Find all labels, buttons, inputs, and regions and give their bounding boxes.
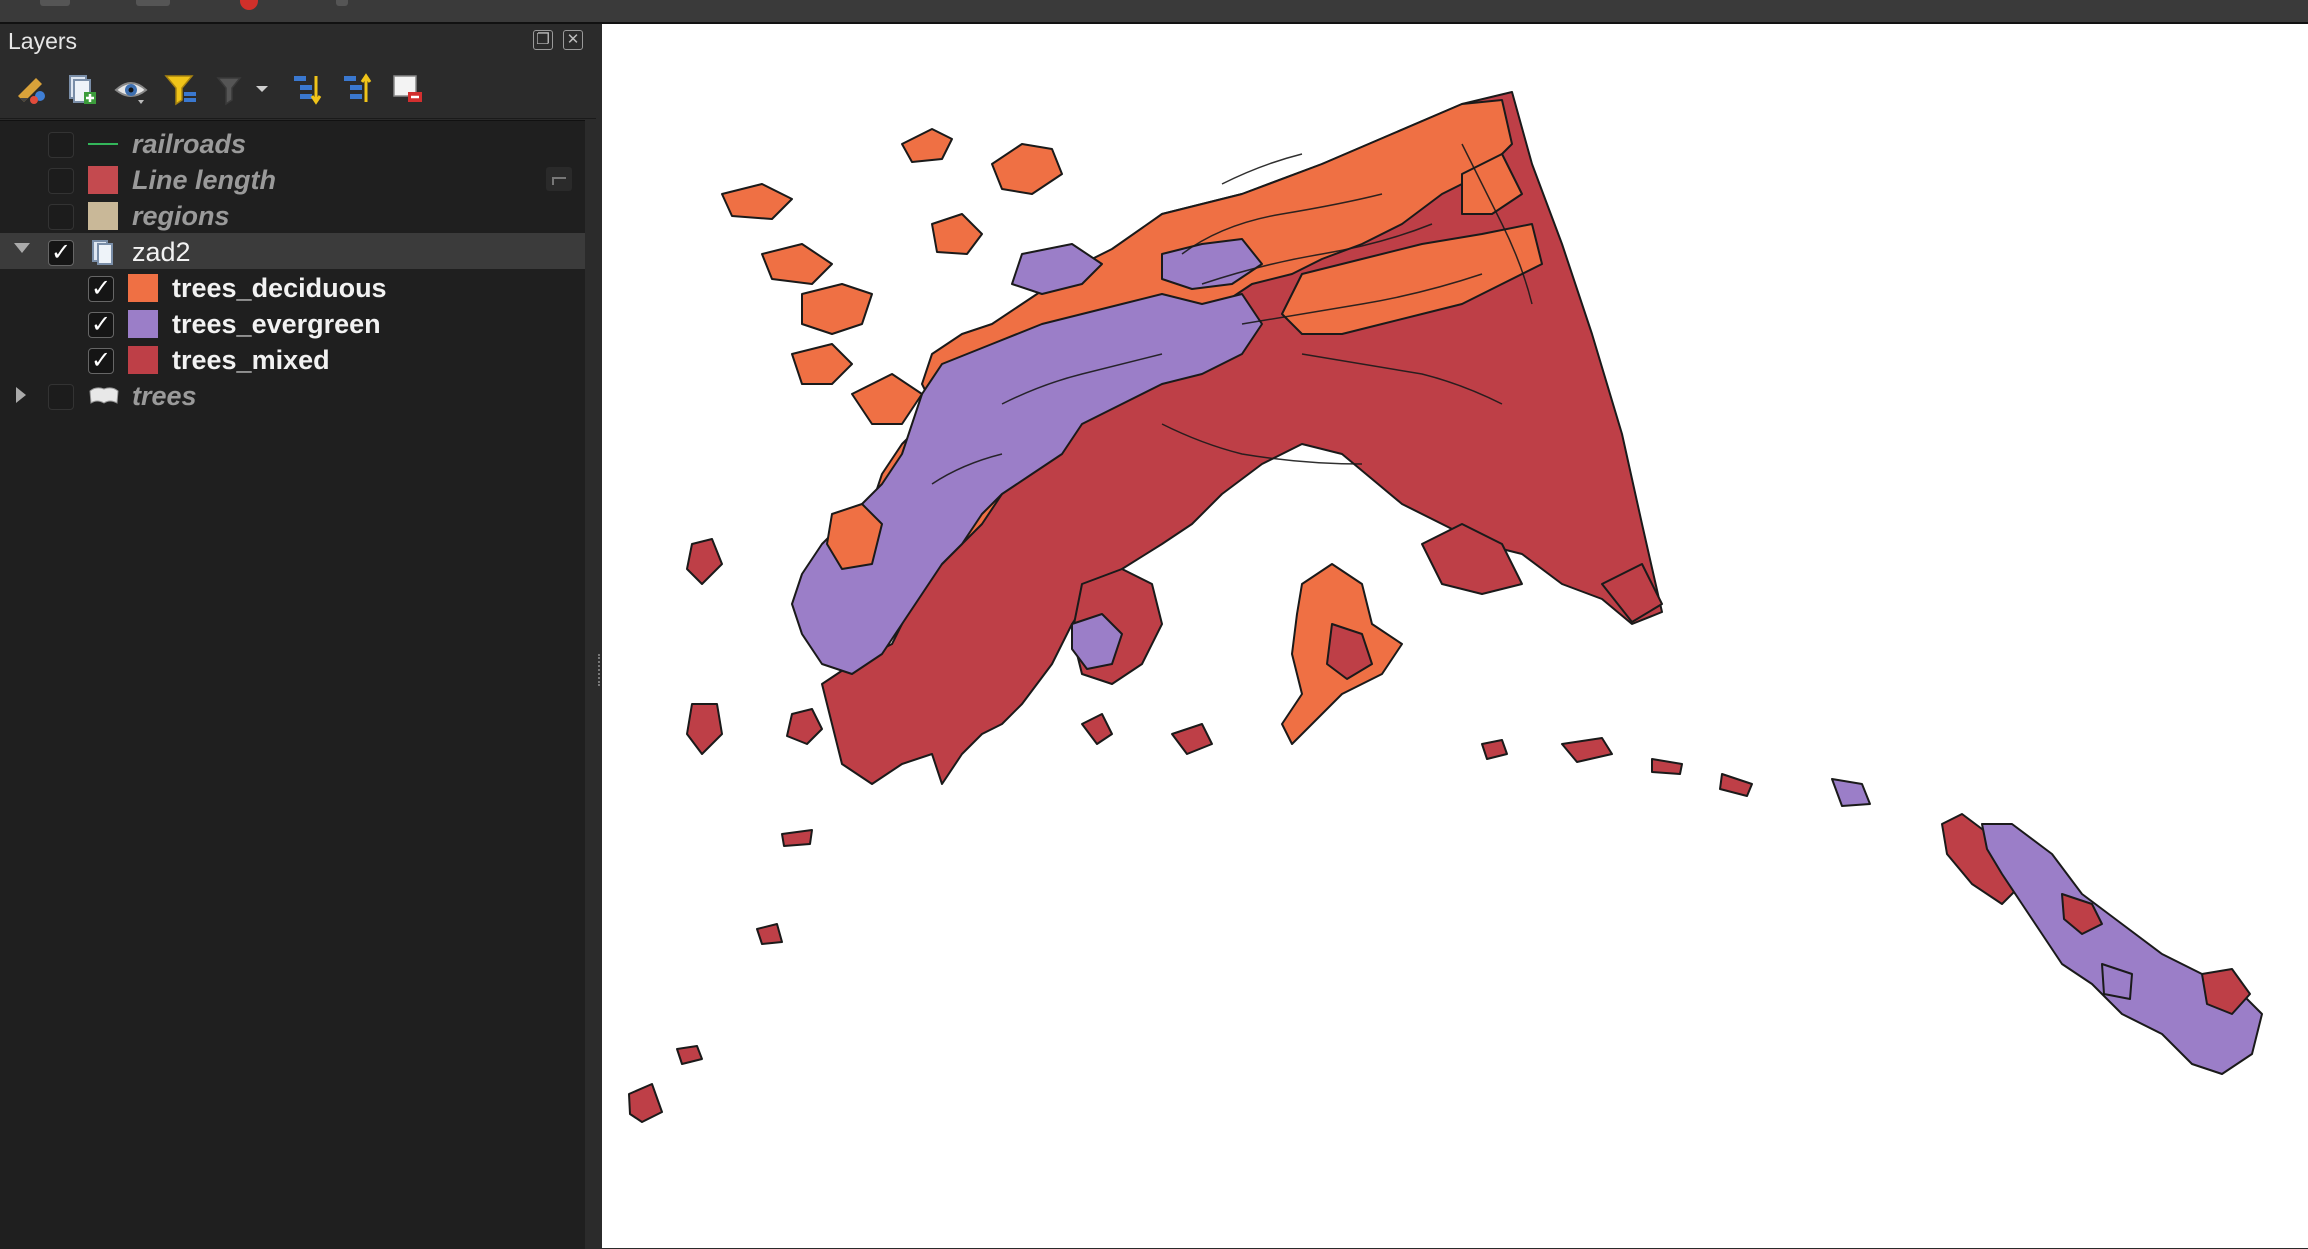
raster-layer-icon bbox=[88, 385, 120, 407]
fill-symbol-swatch bbox=[88, 202, 118, 230]
layer-group-zad2[interactable]: ✓ zad2 bbox=[0, 233, 585, 269]
mixed-polygon bbox=[756, 923, 783, 945]
layer-checkbox[interactable]: ✓ bbox=[88, 312, 114, 338]
mixed-polygon bbox=[628, 1083, 663, 1123]
visibility-icon[interactable] bbox=[112, 70, 150, 108]
layer-item-line-length[interactable]: Line length bbox=[0, 161, 585, 197]
deciduous-polygon bbox=[991, 143, 1063, 195]
layer-item-railroads[interactable]: railroads bbox=[0, 125, 585, 161]
map-rendering bbox=[628, 91, 2263, 1123]
layer-label: trees_mixed bbox=[172, 345, 330, 375]
layer-group-icon bbox=[90, 239, 116, 265]
layer-label: trees_evergreen bbox=[172, 309, 381, 339]
layer-item-trees-evergreen[interactable]: ✓ trees_evergreen bbox=[0, 305, 585, 341]
layer-checkbox[interactable] bbox=[48, 168, 74, 194]
layer-tree: railroads Line length regions ✓ zad2 ✓ t… bbox=[0, 120, 585, 1249]
layer-label: railroads bbox=[132, 129, 247, 159]
layer-item-trees-mixed[interactable]: ✓ trees_mixed bbox=[0, 341, 585, 377]
layer-label: trees bbox=[132, 381, 197, 411]
layer-checkbox[interactable] bbox=[48, 384, 74, 410]
fill-symbol-swatch bbox=[128, 274, 158, 302]
mixed-polygon bbox=[1651, 758, 1683, 775]
layer-item-regions[interactable]: regions bbox=[0, 197, 585, 233]
evergreen-polygon bbox=[1831, 778, 1871, 807]
layers-toolbar bbox=[0, 62, 596, 119]
mixed-polygon bbox=[1719, 773, 1753, 797]
layer-label: regions bbox=[132, 201, 230, 231]
fill-symbol-swatch bbox=[128, 346, 158, 374]
fill-symbol-swatch bbox=[88, 166, 118, 194]
deciduous-polygon bbox=[931, 213, 983, 255]
add-group-icon[interactable] bbox=[62, 70, 100, 108]
toolbar-button-stub[interactable] bbox=[136, 0, 170, 6]
layers-panel: Layers ❐ ✕ railroads Line length regions… bbox=[0, 24, 596, 1249]
toolbar-button-stub[interactable] bbox=[336, 0, 348, 6]
layer-checkbox[interactable]: ✓ bbox=[48, 240, 74, 266]
line-symbol-icon bbox=[88, 143, 118, 145]
layer-label: zad2 bbox=[132, 237, 191, 267]
layer-label: trees_deciduous bbox=[172, 273, 387, 303]
mixed-polygon bbox=[1081, 713, 1113, 745]
expand-all-icon[interactable] bbox=[288, 70, 326, 108]
deciduous-polygon bbox=[761, 243, 833, 285]
mixed-polygon bbox=[1561, 737, 1613, 763]
expand-arrow-icon[interactable] bbox=[14, 243, 30, 253]
expand-arrow-icon[interactable] bbox=[16, 387, 26, 403]
layer-group-trees[interactable]: trees bbox=[0, 377, 585, 413]
layer-checkbox[interactable]: ✓ bbox=[88, 276, 114, 302]
float-panel-icon[interactable]: ❐ bbox=[533, 30, 553, 50]
remove-layer-icon[interactable] bbox=[388, 70, 426, 108]
layer-indicator-icon[interactable] bbox=[546, 167, 572, 191]
toolbar-button-stub[interactable] bbox=[40, 0, 70, 6]
layer-checkbox[interactable] bbox=[48, 204, 74, 230]
mixed-polygon bbox=[1481, 739, 1508, 760]
mixed-polygon bbox=[781, 829, 813, 847]
mixed-polygon bbox=[786, 708, 823, 745]
deciduous-polygon bbox=[791, 343, 853, 385]
mixed-polygon bbox=[686, 703, 723, 755]
layer-checkbox[interactable]: ✓ bbox=[88, 348, 114, 374]
style-manager-icon[interactable] bbox=[12, 70, 50, 108]
mixed-polygon bbox=[1171, 723, 1213, 755]
filter-expression-icon[interactable] bbox=[212, 70, 272, 108]
layer-label: Line length bbox=[132, 165, 276, 195]
deciduous-polygon bbox=[721, 183, 793, 220]
panel-header: Layers ❐ ✕ bbox=[0, 24, 596, 60]
mixed-polygon bbox=[676, 1045, 703, 1065]
close-panel-icon[interactable]: ✕ bbox=[563, 30, 583, 50]
app-toolbar-strip bbox=[0, 0, 2308, 24]
filter-legend-icon[interactable] bbox=[162, 70, 200, 108]
mixed-polygon bbox=[686, 538, 723, 585]
collapse-all-icon[interactable] bbox=[338, 70, 376, 108]
deciduous-polygon bbox=[851, 373, 923, 425]
deciduous-polygon bbox=[901, 128, 953, 163]
map-canvas[interactable] bbox=[602, 24, 2308, 1248]
panel-title: Layers bbox=[8, 28, 78, 54]
fill-symbol-swatch bbox=[128, 310, 158, 338]
deciduous-polygon bbox=[801, 283, 873, 335]
layer-item-trees-deciduous[interactable]: ✓ trees_deciduous bbox=[0, 269, 585, 305]
toolbar-record-icon[interactable] bbox=[240, 0, 258, 10]
evergreen-polygon bbox=[1981, 823, 2263, 1075]
layer-checkbox[interactable] bbox=[48, 132, 74, 158]
